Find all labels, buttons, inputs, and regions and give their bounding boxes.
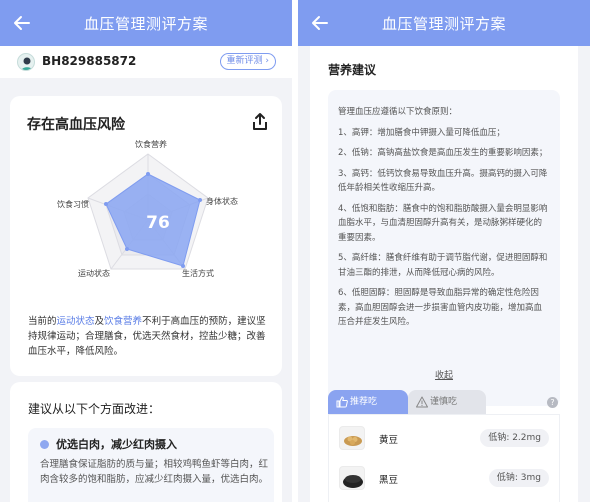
risk-card: 存在高血压风险 76 饮食营养 身体状态 生活方式 运动状态 饮食习惯 当前的运… (10, 96, 282, 376)
avatar (17, 53, 35, 71)
tab-caution-label: 谨慎吃 (430, 397, 458, 407)
radar-vertex (146, 172, 150, 176)
exercise-state-link[interactable]: 运动状态 (57, 316, 95, 327)
improve-title: 建议从以下个方面改进： (28, 402, 161, 416)
tip-title: 优选白肉，减少红肉摄入 (56, 438, 177, 451)
nutrition-title: 营养建议 (328, 63, 377, 77)
advice-line: 3、高钙：低钙饮食易导致血压升高。摄高钙的摄入可降低年龄相关性收缩压升高。 (338, 168, 548, 194)
advice-box: 管理血压应遵循以下饮食原则： 1、高钾：增加膳食中钾摄入量可降低血压； 2、低钠… (328, 90, 560, 406)
risk-title: 存在高血压风险 (27, 117, 125, 133)
page-title: 血压管理测评方案 (83, 15, 208, 33)
tab-recommend-label: 推荐吃 (350, 397, 378, 407)
user-bar: BH829885872 重新评测 › (0, 46, 292, 78)
tip-text: 合理膳食保证脂肪的质与量；相较鸡鸭鱼虾等白肉，红肉含较多的饱和脂肪，应减少红肉摄… (40, 459, 269, 485)
nutrition-card: 营养建议 管理血压应遵循以下饮食原则： 1、高钾：增加膳食中钾摄入量可降低血压；… (310, 46, 578, 502)
left-header: 血压管理测评方案 (0, 0, 292, 46)
advice-line: 5、高纤维：膳食纤维有助于调节脂代谢，促进胆固醇和甘油三酯的排泄，从而降低冠心病… (338, 253, 548, 278)
food-badge: 低钠: 2.2mg (480, 429, 549, 447)
share-icon[interactable] (250, 112, 270, 132)
improve-card: 建议从以下个方面改进： 优选白肉，减少红肉摄入 合理膳食保证脂肪的质与量；相较鸡… (10, 382, 282, 502)
retest-label: 重新评测 (226, 56, 263, 66)
tip-bullet-icon (40, 440, 49, 449)
user-id: BH829885872 (42, 54, 137, 68)
tab-recommend[interactable]: 推荐吃 (328, 390, 408, 414)
black-bean-graphic (343, 475, 363, 488)
food-name: 黄豆 (379, 435, 399, 446)
soybean-graphic (344, 436, 362, 446)
radar-label-lifestyle: 生活方式 (182, 269, 214, 278)
left-screen: 血压管理测评方案 BH829885872 重新评测 › 存在高血压风险 76 饮… (0, 0, 292, 502)
radar-vertex (125, 247, 129, 251)
black-bean-image (339, 466, 365, 490)
warning-icon (416, 396, 428, 408)
list-item[interactable]: 黑豆 低钠: 3mg (329, 461, 561, 495)
advice-line: 2、低钠：高钠高盐饮食是高血压发生的重要影响因素； (338, 148, 548, 158)
risk-desc-prefix: 当前的 (28, 316, 57, 327)
user-avatar-icon (21, 57, 33, 70)
food-badge: 低钠: 3mg (488, 469, 549, 487)
soybean-image (339, 426, 365, 450)
risk-description: 当前的运动状态及饮食营养不利于高血压的预防，建议坚持规律运动；合理膳食，优选天然… (28, 314, 274, 359)
page-title: 血压管理测评方案 (381, 15, 506, 33)
help-icon[interactable]: ? (547, 397, 558, 408)
collapse-link[interactable]: 收起 (310, 368, 578, 381)
retest-button[interactable]: 重新评测 › (219, 53, 276, 70)
radar-vertex (198, 198, 202, 202)
radar-label-exercise-state: 运动状态 (78, 269, 110, 278)
tab-caution[interactable]: 谨慎吃 (408, 390, 486, 414)
advice-line: 6、低胆固醇：胆固醇是导致血脂异常的确定性危险因素，高血胆固醇会进一步损害血管内… (338, 288, 543, 327)
list-item[interactable]: 黄豆 低钠: 2.2mg (329, 421, 561, 455)
radar-vertex (104, 202, 108, 206)
advice-line: 管理血压应遵循以下饮食原则： (338, 107, 458, 117)
thumbs-up-icon (336, 396, 348, 408)
radar-label-diet-nutrition: 饮食营养 (135, 140, 167, 149)
right-screen: 血压管理测评方案 营养建议 管理血压应遵循以下饮食原则： 1、高钾：增加膳食中钾… (298, 0, 590, 502)
diet-nutrition-link[interactable]: 饮食营养 (104, 316, 142, 327)
radar-label-body-state: 身体状态 (206, 197, 238, 206)
radar-label-eating-habits: 饮食习惯 (57, 200, 89, 209)
radar-score: 76 (146, 213, 170, 233)
radar-graphic: 76 (87, 153, 209, 270)
food-name: 黑豆 (379, 475, 399, 486)
radar-chart: 76 饮食营养 身体状态 生活方式 运动状态 饮食习惯 (10, 140, 282, 279)
advice-line: 1、高钾：增加膳食中钾摄入量可降低血压； (338, 127, 505, 138)
right-header: 血压管理测评方案 (298, 0, 590, 46)
food-tabs: 推荐吃 谨慎吃 ? (328, 390, 560, 414)
risk-desc-and: 及 (94, 316, 105, 327)
food-list: 黄豆 低钠: 2.2mg 黑豆 低钠: 3mg (328, 414, 560, 502)
advice-line: 4、低饱和脂肪：膳食中的饱和脂肪酸摄入量会明显影响血脂水平，与血清胆固醇升高有关… (338, 203, 548, 243)
tip-item: 优选白肉，减少红肉摄入 合理膳食保证脂肪的质与量；相较鸡鸭鱼虾等白肉，红肉含较多… (28, 428, 274, 502)
